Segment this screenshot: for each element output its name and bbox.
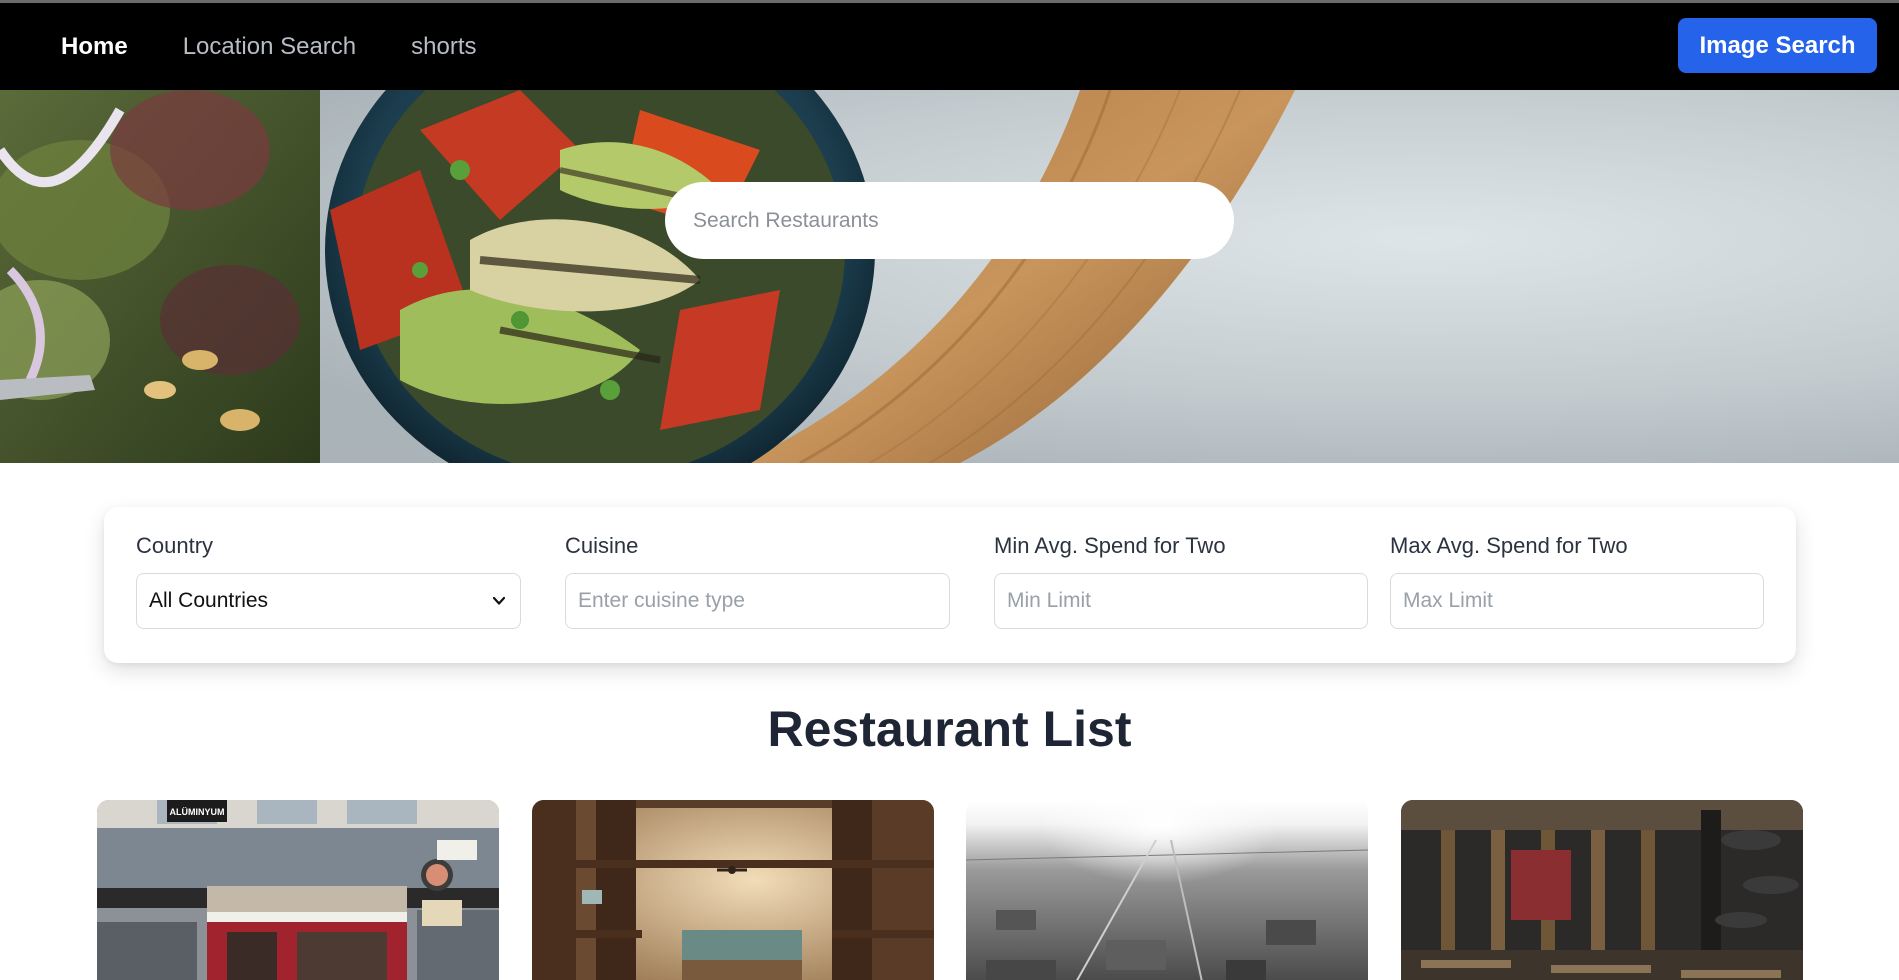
min-spend-label: Min Avg. Spend for Two xyxy=(994,533,1226,558)
storefront-image: ALÜMINYUM xyxy=(97,800,499,980)
cuisine-filter: Cuisine xyxy=(565,533,950,629)
max-spend-input[interactable] xyxy=(1403,589,1751,613)
dining-room-image xyxy=(1401,800,1803,980)
restaurant-card[interactable]: ALÜMINYUM xyxy=(97,800,499,980)
cuisine-field[interactable] xyxy=(565,573,950,629)
nav-location-search-link[interactable]: Location Search xyxy=(183,33,356,61)
storefront-sign-text: ALÜMINYUM xyxy=(170,807,225,817)
restaurant-search-box[interactable] xyxy=(665,182,1234,259)
country-select[interactable]: All Countries xyxy=(136,573,521,629)
chevron-down-icon xyxy=(492,596,506,605)
top-navbar: Home Location Search shorts Image Search xyxy=(0,3,1899,90)
hero-banner xyxy=(0,90,1899,463)
aerial-city-image xyxy=(966,800,1368,980)
image-search-button[interactable]: Image Search xyxy=(1678,18,1877,73)
cuisine-input[interactable] xyxy=(578,589,937,613)
hero-food-image xyxy=(0,90,1899,463)
country-selected-value: All Countries xyxy=(149,589,269,612)
restaurant-card[interactable] xyxy=(1401,800,1803,980)
max-spend-filter: Max Avg. Spend for Two xyxy=(1390,533,1764,629)
restaurant-card[interactable] xyxy=(532,800,934,980)
filter-panel: Country All Countries Cuisine Min Avg. S… xyxy=(104,507,1796,663)
min-spend-field[interactable] xyxy=(994,573,1368,629)
max-spend-label: Max Avg. Spend for Two xyxy=(1390,533,1628,558)
restaurant-card[interactable] xyxy=(966,800,1368,980)
nav-shorts-link[interactable]: shorts xyxy=(411,33,476,61)
restaurant-list-title: Restaurant List xyxy=(767,701,1132,757)
max-spend-field[interactable] xyxy=(1390,573,1764,629)
min-spend-input[interactable] xyxy=(1007,589,1355,613)
cafe-interior-image xyxy=(532,800,934,980)
nav-home-link[interactable]: Home xyxy=(61,33,128,61)
country-label: Country xyxy=(136,533,214,558)
cuisine-label: Cuisine xyxy=(565,533,639,558)
country-filter: Country All Countries xyxy=(136,533,521,629)
min-spend-filter: Min Avg. Spend for Two xyxy=(994,533,1368,629)
restaurant-search-input[interactable] xyxy=(693,208,1234,233)
